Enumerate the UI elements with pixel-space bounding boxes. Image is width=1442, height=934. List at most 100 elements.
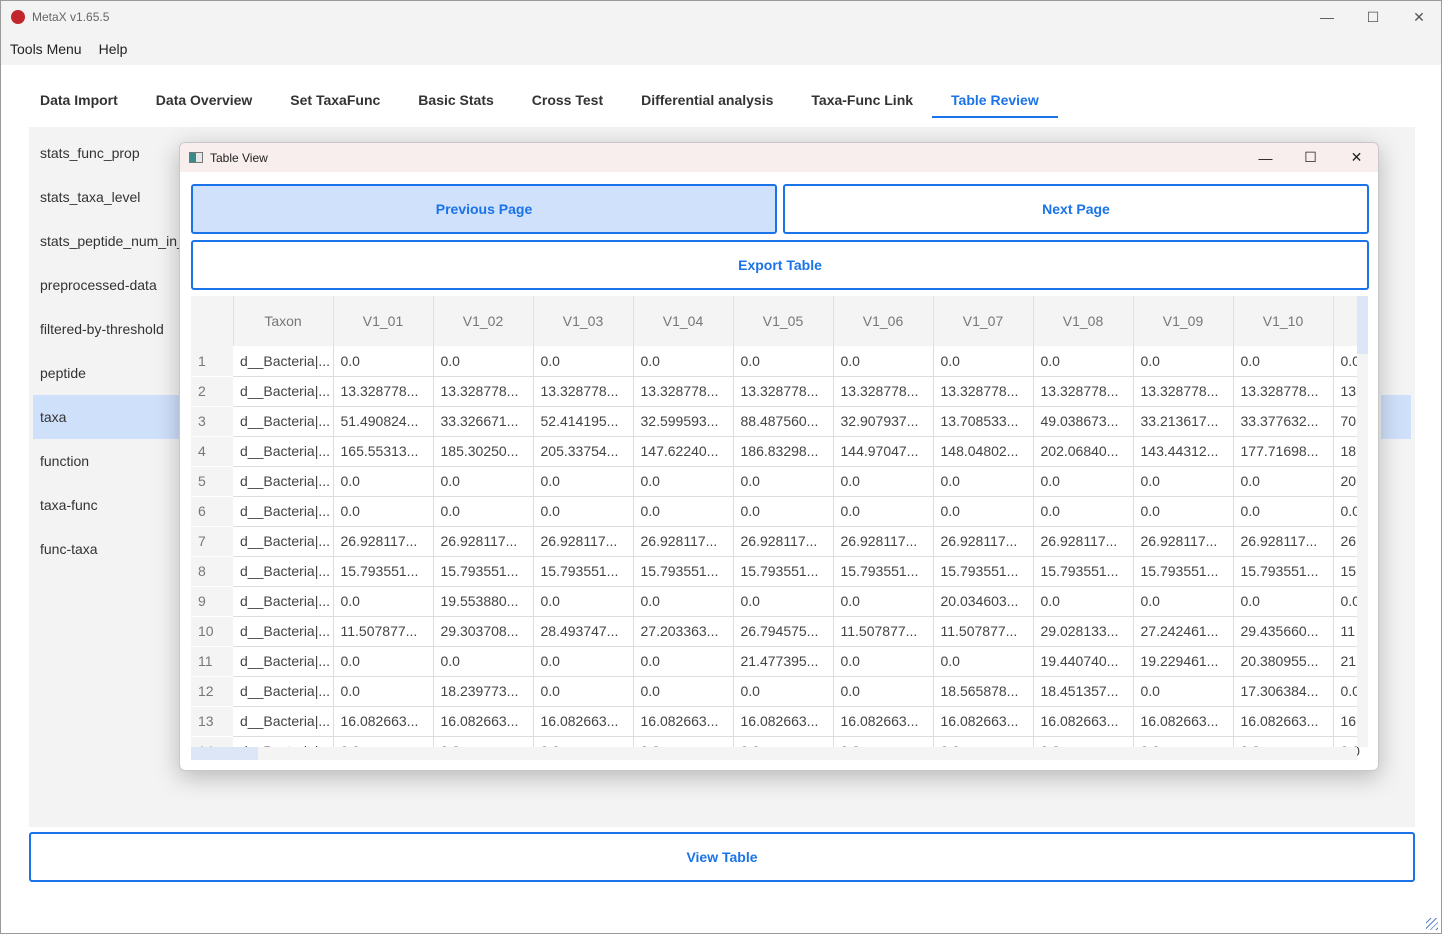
table-cell[interactable]: 16.082663...	[733, 706, 834, 737]
table-cell[interactable]: 19.229461...	[1133, 646, 1234, 677]
table-cell[interactable]: d__Bacteria|...	[233, 646, 334, 677]
tab-set-taxafunc[interactable]: Set TaxaFunc	[271, 87, 399, 118]
corner-cell[interactable]	[191, 296, 234, 346]
table-cell[interactable]: 20.034603...	[933, 586, 1034, 617]
table-cell[interactable]: 0.0	[533, 586, 634, 617]
table-cell[interactable]: 0.0	[633, 586, 734, 617]
table-cell[interactable]: 29.028133...	[1033, 616, 1134, 647]
table-cell[interactable]: 26.794575...	[733, 616, 834, 647]
dialog-maximize-button[interactable]: ☐	[1288, 143, 1333, 172]
table-cell[interactable]: 26.928117...	[833, 526, 934, 557]
vertical-scrollbar[interactable]	[1357, 296, 1368, 747]
row-number[interactable]: 13	[191, 706, 233, 737]
table-cell[interactable]: 0.0	[733, 346, 834, 377]
table-cell[interactable]: 26.928117...	[1233, 526, 1334, 557]
sidebar-item-peptide[interactable]: peptide	[33, 351, 179, 395]
table-cell[interactable]: 0.0	[333, 676, 434, 707]
table-cell[interactable]: 205.33754...	[533, 436, 634, 467]
table-cell[interactable]: 28.493747...	[533, 616, 634, 647]
table-cell[interactable]: 0.0	[933, 346, 1034, 377]
minimize-button[interactable]: —	[1304, 1, 1350, 33]
row-number[interactable]: 11	[191, 646, 233, 677]
table-cell[interactable]: 0.0	[1133, 586, 1234, 617]
table-cell[interactable]: 19.553880...	[433, 586, 534, 617]
table-cell[interactable]: 18.239773...	[433, 676, 534, 707]
table-cell[interactable]: 16.082663...	[833, 706, 934, 737]
table-cell[interactable]: 27.203363...	[633, 616, 734, 647]
table-cell[interactable]: 13.328778...	[1033, 376, 1134, 407]
column-header[interactable]: V1_01	[333, 296, 434, 346]
table-cell[interactable]: 0.0	[633, 346, 734, 377]
sidebar-item-stats_peptide_num_in_taxa[interactable]: stats_peptide_num_in_taxa	[33, 219, 179, 263]
column-header[interactable]: V1_10	[1233, 296, 1334, 346]
table-cell[interactable]: 143.44312...	[1133, 436, 1234, 467]
table-cell[interactable]: 15.793551...	[1133, 556, 1234, 587]
table-cell[interactable]: 33.213617...	[1133, 406, 1234, 437]
table-cell[interactable]: 51.490824...	[333, 406, 434, 437]
table-cell[interactable]: 0.0	[1233, 466, 1334, 497]
table-cell[interactable]: 26.928117...	[633, 526, 734, 557]
table-cell[interactable]: 15.793551...	[933, 556, 1034, 587]
table-cell[interactable]: 16.082663...	[1233, 706, 1334, 737]
table-cell[interactable]: 15.793551...	[533, 556, 634, 587]
table-cell[interactable]: 29.303708...	[433, 616, 534, 647]
table-cell[interactable]: 11.507877...	[933, 616, 1034, 647]
table-cell[interactable]: 15.793551...	[433, 556, 534, 587]
table-cell[interactable]: 0.0	[733, 496, 834, 527]
row-number[interactable]: 3	[191, 406, 233, 437]
table-cell[interactable]: 0.0	[833, 646, 934, 677]
table-cell[interactable]: 13.328778...	[633, 376, 734, 407]
table-cell[interactable]: 16.082663...	[933, 706, 1034, 737]
table-cell[interactable]: 11.507877...	[333, 616, 434, 647]
table-cell[interactable]: 15.793551...	[1033, 556, 1134, 587]
table-cell[interactable]: 0.0	[433, 466, 534, 497]
table-cell[interactable]: 0.0	[733, 676, 834, 707]
column-header[interactable]: V1_03	[533, 296, 634, 346]
table-cell[interactable]: 21.477395...	[733, 646, 834, 677]
column-header[interactable]: V1_05	[733, 296, 834, 346]
tab-cross-test[interactable]: Cross Test	[513, 87, 622, 118]
column-header[interactable]: V1_02	[433, 296, 534, 346]
table-cell[interactable]: 0.0	[833, 346, 934, 377]
table-cell[interactable]: 15.793551...	[333, 556, 434, 587]
table-cell[interactable]: 0.0	[433, 646, 534, 677]
table-cell[interactable]: 0.0	[333, 466, 434, 497]
table-cell[interactable]: 0.0	[933, 646, 1034, 677]
table-cell[interactable]: 0.0	[1133, 676, 1234, 707]
table-cell[interactable]: 0.0	[1133, 496, 1234, 527]
table-cell[interactable]: 15.793551...	[1233, 556, 1334, 587]
table-cell[interactable]: d__Bacteria|...	[233, 616, 334, 647]
sidebar-item-filtered-by-threshold[interactable]: filtered-by-threshold	[33, 307, 179, 351]
table-cell[interactable]: 0.0	[933, 496, 1034, 527]
table-cell[interactable]: 0.0	[433, 346, 534, 377]
horizontal-scrollbar[interactable]	[191, 747, 1357, 760]
table-cell[interactable]: 0.0	[333, 496, 434, 527]
table-cell[interactable]: 13.708533...	[933, 406, 1034, 437]
table-cell[interactable]: 13.328778...	[333, 376, 434, 407]
table-cell[interactable]: 19.440740...	[1033, 646, 1134, 677]
row-number[interactable]: 8	[191, 556, 233, 587]
tab-basic-stats[interactable]: Basic Stats	[399, 87, 512, 118]
table-cell[interactable]: 0.0	[533, 346, 634, 377]
sidebar-item-stats_taxa_level[interactable]: stats_taxa_level	[33, 175, 179, 219]
table-cell[interactable]: 33.377632...	[1233, 406, 1334, 437]
table-cell[interactable]: 0.0	[533, 496, 634, 527]
table-cell[interactable]: 13.328778...	[1133, 376, 1234, 407]
table-cell[interactable]: 0.0	[633, 676, 734, 707]
vertical-scroll-thumb[interactable]	[1357, 296, 1368, 354]
table-cell[interactable]: 0.0	[833, 466, 934, 497]
table-cell[interactable]: 177.71698...	[1233, 436, 1334, 467]
sidebar-item-stats_func_prop[interactable]: stats_func_prop	[33, 131, 179, 175]
table-cell[interactable]: d__Bacteria|...	[233, 706, 334, 737]
table-cell[interactable]: d__Bacteria|...	[233, 586, 334, 617]
table-cell[interactable]: 0.0	[1033, 496, 1134, 527]
row-number[interactable]: 5	[191, 466, 233, 497]
column-header[interactable]: Taxon	[233, 296, 334, 346]
column-header[interactable]: V1_09	[1133, 296, 1234, 346]
table-cell[interactable]: 32.907937...	[833, 406, 934, 437]
table-cell[interactable]: 0.0	[1133, 466, 1234, 497]
row-number[interactable]: 9	[191, 586, 233, 617]
tab-table-review[interactable]: Table Review	[932, 87, 1058, 118]
table-cell[interactable]: 26.928117...	[433, 526, 534, 557]
table-cell[interactable]: 26.928117...	[1133, 526, 1234, 557]
